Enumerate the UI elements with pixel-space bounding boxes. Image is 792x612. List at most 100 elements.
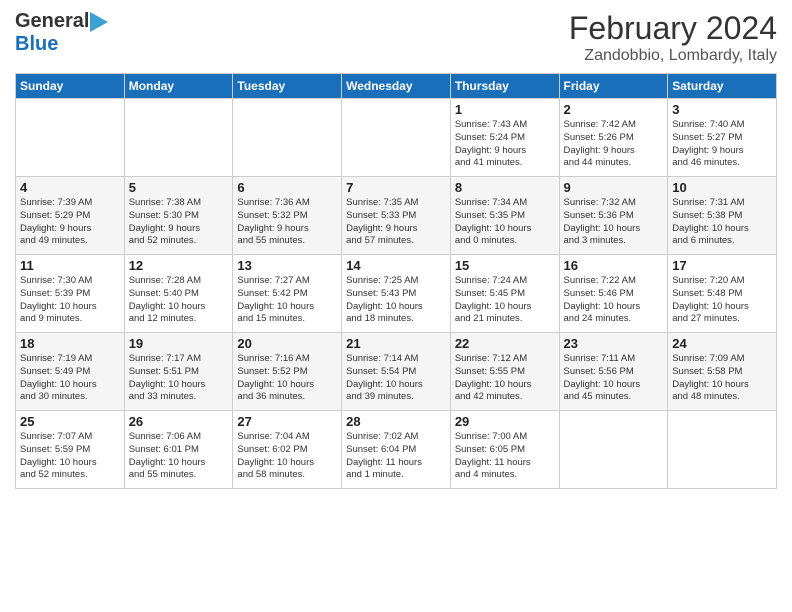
logo-arrow-icon <box>90 12 108 32</box>
day-info: Sunrise: 7:30 AM Sunset: 5:39 PM Dayligh… <box>20 275 120 326</box>
day-number: 20 <box>237 336 337 351</box>
day-info: Sunrise: 7:35 AM Sunset: 5:33 PM Dayligh… <box>346 197 446 248</box>
calendar-cell: 14Sunrise: 7:25 AM Sunset: 5:43 PM Dayli… <box>342 255 451 333</box>
calendar-week-row: 1 Sunrise: 7:43 AM Sunset: 5:24 PM Daylig… <box>16 99 777 177</box>
day-number: 25 <box>20 414 120 429</box>
calendar-cell: 3 Sunrise: 7:40 AM Sunset: 5:27 PM Daylig… <box>668 99 777 177</box>
day-number: 8 <box>455 180 555 195</box>
calendar-cell: 24Sunrise: 7:09 AM Sunset: 5:58 PM Dayli… <box>668 333 777 411</box>
day-number: 18 <box>20 336 120 351</box>
header-saturday: Saturday <box>668 74 777 99</box>
calendar-cell <box>233 99 342 177</box>
day-info: Sunrise: 7:39 AM Sunset: 5:29 PM Dayligh… <box>20 197 120 248</box>
header-wednesday: Wednesday <box>342 74 451 99</box>
calendar-cell: 12 Sunrise: 7:28 AM Sunset: 5:40 PM Dayli… <box>124 255 233 333</box>
calendar-table: Sunday Monday Tuesday Wednesday Thursday… <box>15 73 777 489</box>
day-number: 7 <box>346 180 446 195</box>
day-number: 17 <box>672 258 772 273</box>
calendar-cell: 5 Sunrise: 7:38 AM Sunset: 5:30 PM Daylig… <box>124 177 233 255</box>
day-info: Sunrise: 7:28 AM Sunset: 5:40 PM Dayligh… <box>129 275 229 326</box>
calendar-cell: 1 Sunrise: 7:43 AM Sunset: 5:24 PM Daylig… <box>450 99 559 177</box>
day-info: Sunrise: 7:06 AM Sunset: 6:01 PM Dayligh… <box>129 431 229 482</box>
calendar-cell: 2 Sunrise: 7:42 AM Sunset: 5:26 PM Daylig… <box>559 99 668 177</box>
day-info: Sunrise: 7:27 AM Sunset: 5:42 PM Dayligh… <box>237 275 337 326</box>
day-number: 6 <box>237 180 337 195</box>
day-number: 26 <box>129 414 229 429</box>
day-info: Sunrise: 7:25 AM Sunset: 5:43 PM Dayligh… <box>346 275 446 326</box>
calendar-week-row: 11 Sunrise: 7:30 AM Sunset: 5:39 PM Dayli… <box>16 255 777 333</box>
header-tuesday: Tuesday <box>233 74 342 99</box>
calendar-cell: 22 Sunrise: 7:12 AM Sunset: 5:55 PM Dayli… <box>450 333 559 411</box>
day-number: 21 <box>346 336 446 351</box>
day-info: Sunrise: 7:04 AM Sunset: 6:02 PM Dayligh… <box>237 431 337 482</box>
day-number: 28 <box>346 414 446 429</box>
calendar-cell: 9 Sunrise: 7:32 AM Sunset: 5:36 PM Daylig… <box>559 177 668 255</box>
logo-blue: Blue <box>15 33 58 55</box>
calendar-cell: 29Sunrise: 7:00 AM Sunset: 6:05 PM Dayli… <box>450 411 559 489</box>
day-info: Sunrise: 7:42 AM Sunset: 5:26 PM Dayligh… <box>564 119 664 170</box>
calendar-cell: 27 Sunrise: 7:04 AM Sunset: 6:02 PM Dayli… <box>233 411 342 489</box>
calendar-cell: 6 Sunrise: 7:36 AM Sunset: 5:32 PM Daylig… <box>233 177 342 255</box>
calendar-header-row: Sunday Monday Tuesday Wednesday Thursday… <box>16 74 777 99</box>
day-number: 16 <box>564 258 664 273</box>
calendar-cell: 15 Sunrise: 7:24 AM Sunset: 5:45 PM Dayli… <box>450 255 559 333</box>
calendar-cell: 28 Sunrise: 7:02 AM Sunset: 6:04 PM Dayli… <box>342 411 451 489</box>
calendar-cell: 26 Sunrise: 7:06 AM Sunset: 6:01 PM Dayli… <box>124 411 233 489</box>
main-container: General Blue February 2024 Zandobbio, Lo… <box>0 0 792 499</box>
day-number: 1 <box>455 102 555 117</box>
day-number: 27 <box>237 414 337 429</box>
calendar-cell: 18 Sunrise: 7:19 AM Sunset: 5:49 PM Dayli… <box>16 333 125 411</box>
calendar-cell: 10Sunrise: 7:31 AM Sunset: 5:38 PM Dayli… <box>668 177 777 255</box>
day-info: Sunrise: 7:19 AM Sunset: 5:49 PM Dayligh… <box>20 353 120 404</box>
calendar-body: 1 Sunrise: 7:43 AM Sunset: 5:24 PM Daylig… <box>16 99 777 489</box>
calendar-cell <box>124 99 233 177</box>
location-title: Zandobbio, Lombardy, Italy <box>569 47 777 65</box>
calendar-cell <box>342 99 451 177</box>
calendar-cell: 23 Sunrise: 7:11 AM Sunset: 5:56 PM Dayli… <box>559 333 668 411</box>
calendar-cell: 21 Sunrise: 7:14 AM Sunset: 5:54 PM Dayli… <box>342 333 451 411</box>
day-number: 9 <box>564 180 664 195</box>
header: General Blue February 2024 Zandobbio, Lo… <box>15 10 777 65</box>
title-block: February 2024 Zandobbio, Lombardy, Italy <box>569 10 777 65</box>
calendar-cell <box>16 99 125 177</box>
calendar-cell: 13Sunrise: 7:27 AM Sunset: 5:42 PM Dayli… <box>233 255 342 333</box>
day-info: Sunrise: 7:02 AM Sunset: 6:04 PM Dayligh… <box>346 431 446 482</box>
day-info: Sunrise: 7:11 AM Sunset: 5:56 PM Dayligh… <box>564 353 664 404</box>
calendar-cell <box>668 411 777 489</box>
day-number: 23 <box>564 336 664 351</box>
day-number: 5 <box>129 180 229 195</box>
calendar-cell: 16 Sunrise: 7:22 AM Sunset: 5:46 PM Dayli… <box>559 255 668 333</box>
day-info: Sunrise: 7:34 AM Sunset: 5:35 PM Dayligh… <box>455 197 555 248</box>
header-friday: Friday <box>559 74 668 99</box>
logo-general: General <box>15 10 89 33</box>
day-info: Sunrise: 7:38 AM Sunset: 5:30 PM Dayligh… <box>129 197 229 248</box>
day-number: 3 <box>672 102 772 117</box>
day-info: Sunrise: 7:32 AM Sunset: 5:36 PM Dayligh… <box>564 197 664 248</box>
day-info: Sunrise: 7:22 AM Sunset: 5:46 PM Dayligh… <box>564 275 664 326</box>
day-info: Sunrise: 7:09 AM Sunset: 5:58 PM Dayligh… <box>672 353 772 404</box>
day-info: Sunrise: 7:00 AM Sunset: 6:05 PM Dayligh… <box>455 431 555 482</box>
calendar-cell: 19Sunrise: 7:17 AM Sunset: 5:51 PM Dayli… <box>124 333 233 411</box>
day-info: Sunrise: 7:40 AM Sunset: 5:27 PM Dayligh… <box>672 119 772 170</box>
day-number: 11 <box>20 258 120 273</box>
calendar-cell <box>559 411 668 489</box>
header-thursday: Thursday <box>450 74 559 99</box>
day-info: Sunrise: 7:14 AM Sunset: 5:54 PM Dayligh… <box>346 353 446 404</box>
calendar-cell: 8 Sunrise: 7:34 AM Sunset: 5:35 PM Daylig… <box>450 177 559 255</box>
day-info: Sunrise: 7:20 AM Sunset: 5:48 PM Dayligh… <box>672 275 772 326</box>
calendar-cell: 25Sunrise: 7:07 AM Sunset: 5:59 PM Dayli… <box>16 411 125 489</box>
day-number: 22 <box>455 336 555 351</box>
day-info: Sunrise: 7:12 AM Sunset: 5:55 PM Dayligh… <box>455 353 555 404</box>
day-number: 15 <box>455 258 555 273</box>
month-title: February 2024 <box>569 10 777 47</box>
calendar-cell: 11 Sunrise: 7:30 AM Sunset: 5:39 PM Dayli… <box>16 255 125 333</box>
logo: General Blue <box>15 10 108 56</box>
calendar-week-row: 25Sunrise: 7:07 AM Sunset: 5:59 PM Dayli… <box>16 411 777 489</box>
day-number: 10 <box>672 180 772 195</box>
day-info: Sunrise: 7:43 AM Sunset: 5:24 PM Dayligh… <box>455 119 555 170</box>
day-number: 12 <box>129 258 229 273</box>
day-number: 2 <box>564 102 664 117</box>
calendar-cell: 4Sunrise: 7:39 AM Sunset: 5:29 PM Daylig… <box>16 177 125 255</box>
day-info: Sunrise: 7:24 AM Sunset: 5:45 PM Dayligh… <box>455 275 555 326</box>
day-info: Sunrise: 7:36 AM Sunset: 5:32 PM Dayligh… <box>237 197 337 248</box>
